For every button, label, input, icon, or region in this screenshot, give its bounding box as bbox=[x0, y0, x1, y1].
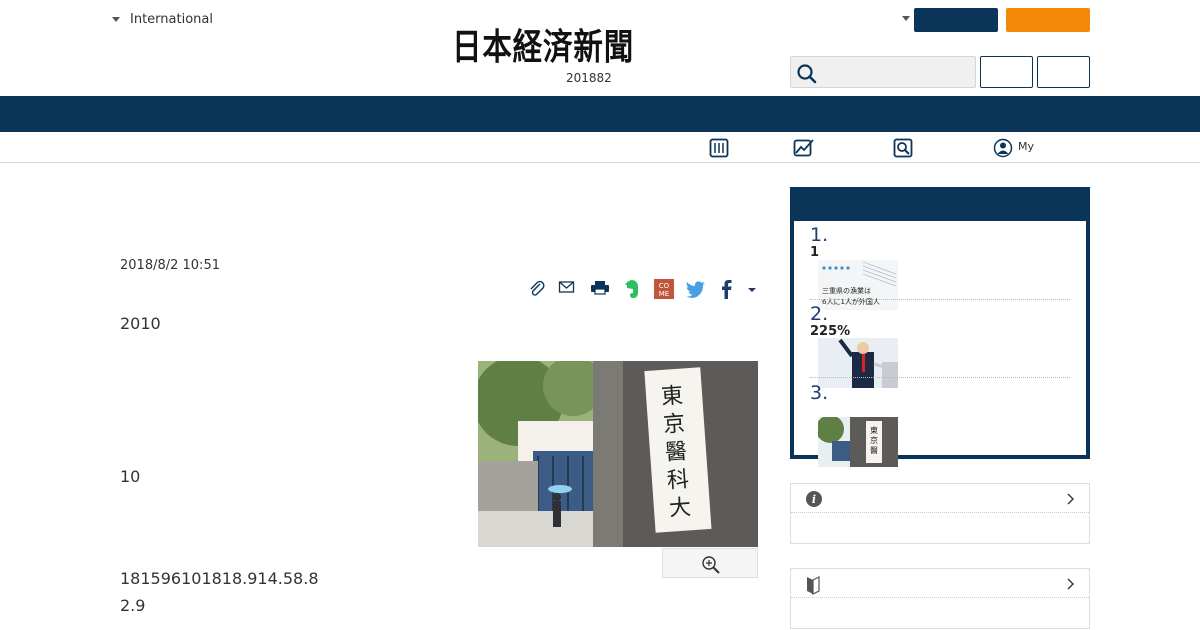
rank-thumbnail[interactable] bbox=[818, 338, 898, 388]
zoom-button[interactable] bbox=[662, 548, 758, 578]
svg-text:京: 京 bbox=[662, 411, 686, 437]
twitter-icon[interactable] bbox=[685, 278, 707, 300]
article-paragraph: 2.9 bbox=[120, 596, 146, 615]
search-icon bbox=[797, 64, 817, 84]
print-icon[interactable] bbox=[590, 278, 610, 300]
edition-selector[interactable]: International bbox=[112, 12, 213, 27]
header-date: 201882 bbox=[566, 71, 612, 85]
site-logo[interactable]: 日本経済新聞 bbox=[452, 28, 696, 66]
header-button-1[interactable] bbox=[980, 56, 1033, 88]
evernote-icon[interactable] bbox=[622, 278, 642, 300]
more-caret-icon[interactable] bbox=[746, 278, 758, 300]
rank-number: 3. bbox=[810, 382, 829, 404]
svg-text:京: 京 bbox=[870, 435, 878, 445]
rank-thumbnail[interactable]: 東 京 醫 bbox=[818, 417, 898, 467]
svg-text:大: 大 bbox=[668, 495, 692, 521]
clip-icon[interactable] bbox=[528, 278, 546, 300]
newspaper-icon[interactable] bbox=[709, 138, 729, 158]
svg-text:醫: 醫 bbox=[664, 439, 688, 465]
svg-text:醫: 醫 bbox=[870, 446, 878, 455]
mail-icon[interactable] bbox=[558, 278, 576, 300]
caret-down-icon bbox=[112, 17, 120, 22]
beginner-box bbox=[790, 568, 1090, 629]
rank-number: 1. bbox=[810, 224, 829, 246]
main-navbar bbox=[0, 96, 1200, 132]
user-circle-icon[interactable] bbox=[993, 138, 1013, 158]
header-button-2[interactable] bbox=[1037, 56, 1090, 88]
edition-label: International bbox=[130, 12, 213, 27]
article-date: 2018/8/2 10:51 bbox=[120, 258, 220, 273]
rank-title[interactable]: 1 bbox=[810, 245, 819, 260]
login-button[interactable] bbox=[914, 8, 998, 32]
ranking-box: 1. 1 三重県の漁業は 6人に1人が外国人 2. 225% 3. 東 京 醫 bbox=[790, 187, 1090, 467]
thumb-caption: 三重県の漁業は bbox=[822, 286, 871, 295]
divider bbox=[810, 377, 1070, 378]
info-box-header[interactable]: i bbox=[791, 484, 1089, 513]
rank-title[interactable]: 225% bbox=[810, 324, 850, 339]
come-icon[interactable]: CO ME bbox=[654, 278, 674, 300]
article-paragraph: 181596101818.914.58.8 bbox=[120, 569, 319, 588]
search-box-icon[interactable] bbox=[893, 138, 913, 158]
svg-text:CO: CO bbox=[659, 282, 670, 290]
svg-text:ME: ME bbox=[659, 290, 669, 298]
article-photo[interactable]: 東 京 醫 科 大 bbox=[478, 361, 758, 547]
caret-down-icon[interactable] bbox=[902, 16, 910, 21]
svg-text:東: 東 bbox=[660, 384, 684, 410]
chart-icon[interactable] bbox=[793, 138, 815, 158]
svg-text:科: 科 bbox=[666, 467, 690, 493]
facebook-icon[interactable] bbox=[718, 278, 734, 300]
beginner-box-header[interactable] bbox=[791, 569, 1089, 598]
rank-thumbnail[interactable]: 三重県の漁業は 6人に1人が外国人 bbox=[818, 260, 898, 310]
divider bbox=[810, 299, 1070, 300]
ranking-header bbox=[794, 191, 1086, 221]
beginner-mark-icon bbox=[807, 576, 820, 595]
article-paragraph: 10 bbox=[120, 467, 141, 486]
subscribe-button[interactable] bbox=[1006, 8, 1090, 32]
zoom-in-icon bbox=[702, 556, 720, 574]
svg-text:東: 東 bbox=[870, 425, 878, 435]
info-box: i bbox=[790, 483, 1090, 544]
info-icon: i bbox=[806, 491, 822, 507]
my-label[interactable]: My bbox=[1018, 140, 1034, 153]
chevron-right-icon bbox=[1067, 493, 1074, 505]
search-input[interactable] bbox=[790, 56, 976, 88]
rank-number: 2. bbox=[810, 303, 829, 325]
chevron-right-icon bbox=[1067, 578, 1074, 590]
svg-text:i: i bbox=[812, 493, 816, 506]
article-paragraph: 2010 bbox=[120, 314, 161, 333]
